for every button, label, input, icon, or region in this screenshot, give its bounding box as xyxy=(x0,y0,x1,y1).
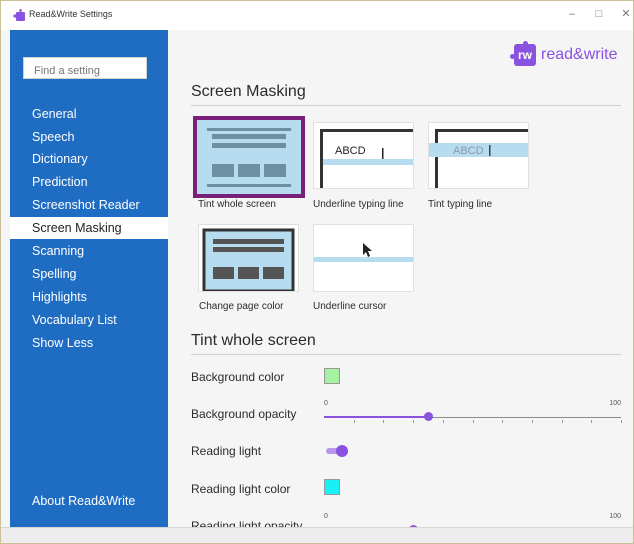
sidebar-item-screenshot-reader[interactable]: Screenshot Reader xyxy=(10,194,168,216)
read-write-app-icon xyxy=(13,9,25,21)
sidebar-item-dictionary[interactable]: Dictionary xyxy=(10,148,168,170)
slider-tick xyxy=(443,420,444,423)
mouse-pointer-icon xyxy=(363,243,372,257)
reading-light-label: Reading light xyxy=(191,444,262,458)
page-color-icon xyxy=(202,228,295,291)
underline-cursor-icon xyxy=(314,243,413,262)
underline-typing-sample-text: ABCD xyxy=(335,145,366,157)
reading-light-opacity-min: 0 xyxy=(324,513,328,520)
sidebar-item-scanning[interactable]: Scanning xyxy=(10,240,168,262)
underline-cursor-preview xyxy=(313,224,414,292)
background-opacity-label: Background opacity xyxy=(191,407,297,421)
app-window: Read&Write Settings – □ ✕ General Speech… xyxy=(0,0,634,544)
sidebar-item-vocabulary-list[interactable]: Vocabulary List xyxy=(10,309,168,331)
reading-light-color-label: Reading light color xyxy=(191,482,291,496)
logo-text: read&write xyxy=(541,46,618,63)
sidebar-item-highlights[interactable]: Highlights xyxy=(10,286,168,308)
sidebar-item-spelling[interactable]: Spelling xyxy=(10,263,168,285)
slider-tick xyxy=(621,420,622,423)
reading-light-toggle[interactable] xyxy=(324,444,350,458)
background-opacity-min: 0 xyxy=(324,400,328,407)
title-bar: Read&Write Settings – □ ✕ xyxy=(0,0,634,30)
slider-tick xyxy=(562,420,563,423)
slider-fill xyxy=(324,416,428,418)
tint-whole-screen-preview xyxy=(193,116,305,198)
sidebar-item-screen-masking[interactable]: Screen Masking xyxy=(10,217,168,239)
tint-whole-screen-heading: Tint whole screen xyxy=(191,332,316,349)
reading-light-opacity-max: 100 xyxy=(609,513,621,520)
slider-thumb[interactable] xyxy=(424,412,433,421)
sidebar-item-show-less[interactable]: Show Less xyxy=(10,332,168,354)
close-button[interactable]: ✕ xyxy=(618,6,634,22)
background-opacity-max: 100 xyxy=(609,400,621,407)
tint-typing-line-label: Tint typing line xyxy=(428,199,493,210)
window-title: Read&Write Settings xyxy=(29,9,113,19)
reading-light-opacity-slider[interactable]: 0 100 xyxy=(324,513,621,527)
bottom-scroll-bar xyxy=(0,527,634,544)
search-input[interactable] xyxy=(23,57,147,79)
slider-tick xyxy=(502,420,503,423)
logo-mark: rw xyxy=(514,44,536,66)
slider-tick xyxy=(591,420,592,423)
slider-tick xyxy=(383,420,384,423)
change-page-color-preview xyxy=(198,224,299,292)
sidebar-item-prediction[interactable]: Prediction xyxy=(10,171,168,193)
reading-light-opacity-label: Reading light opacity xyxy=(191,519,303,527)
tint-typing-sample-text: ABCD xyxy=(453,145,484,157)
slider-tick xyxy=(532,420,533,423)
tint-typing-line-preview: ABCD xyxy=(428,122,529,189)
background-color-swatch[interactable] xyxy=(324,368,340,384)
underline-cursor-label: Underline cursor xyxy=(313,301,387,312)
background-color-label: Background color xyxy=(191,370,285,384)
slider-tick xyxy=(354,420,355,423)
section-divider xyxy=(191,105,621,106)
main-panel: rw read&write Screen Masking Tint whole … xyxy=(168,30,634,527)
minimize-button[interactable]: – xyxy=(564,6,580,22)
tint-page-icon xyxy=(197,120,301,194)
reading-light-color-swatch[interactable] xyxy=(324,479,340,495)
screen-masking-heading: Screen Masking xyxy=(191,83,306,100)
slider-tick xyxy=(413,420,414,423)
sidebar-item-general[interactable]: General xyxy=(10,103,168,125)
underline-typing-line-label: Underline typing line xyxy=(313,199,404,210)
sidebar-item-speech[interactable]: Speech xyxy=(10,126,168,148)
change-page-color-label: Change page color xyxy=(199,301,284,312)
tint-whole-screen-label: Tint whole screen xyxy=(198,199,276,210)
about-link[interactable]: About Read&Write xyxy=(32,494,135,508)
toggle-knob xyxy=(336,445,348,457)
section-divider xyxy=(191,354,621,355)
maximize-button[interactable]: □ xyxy=(591,6,607,22)
slider-tick xyxy=(473,420,474,423)
background-opacity-slider[interactable]: 0 100 xyxy=(324,400,622,431)
underline-typing-line-preview: ABCD xyxy=(313,122,414,189)
